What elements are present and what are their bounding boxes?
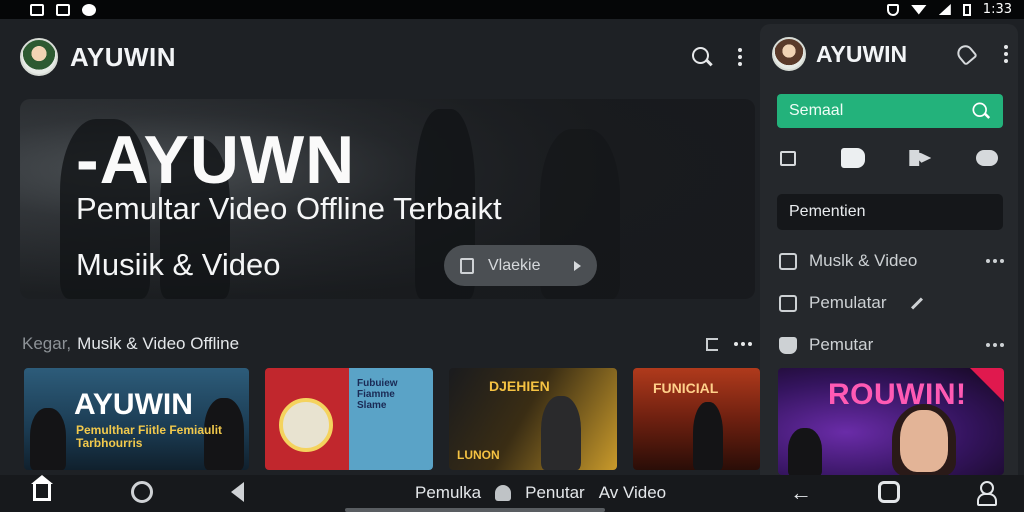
hero-banner[interactable]: -AYUWN Pemultar Video Offline Terbaikt M… <box>20 99 755 299</box>
signal-icon <box>938 4 951 15</box>
panel-list-item-label: Muslk & Video <box>809 251 918 270</box>
wifi-icon <box>910 4 927 15</box>
video-thumbnail[interactable]: FUNICIAL <box>633 368 760 470</box>
panel-section-label: Pementien <box>789 203 866 220</box>
thumbnail-subtitle: Pemulthar Fiitle Femiaulit Tarbhourris <box>76 423 223 450</box>
top-app-bar: AYUWIN <box>20 37 750 77</box>
thumbnail-title: AYUWIN <box>74 388 193 421</box>
main-content: AYUWIN -AYUWN Pemultar Video Offline Ter… <box>0 19 760 475</box>
user-icon[interactable] <box>495 485 512 501</box>
folder-icon <box>779 252 797 270</box>
bottom-tab-video[interactable]: Av Video <box>599 483 666 503</box>
panel-list-item[interactable]: Muslk & Video <box>779 250 1004 272</box>
toggle-icon[interactable] <box>975 150 998 166</box>
home-icon[interactable] <box>31 475 53 501</box>
avatar[interactable] <box>20 38 58 76</box>
bookmark-icon <box>460 257 474 274</box>
panel-avatar[interactable] <box>772 37 806 71</box>
library-icon[interactable] <box>840 148 865 168</box>
back-icon[interactable] <box>231 482 244 502</box>
mic-icon[interactable] <box>954 41 978 67</box>
search-icon[interactable] <box>972 102 990 120</box>
battery-icon <box>962 3 971 16</box>
more-horizontal-icon[interactable] <box>734 342 752 346</box>
media-d-icon[interactable] <box>878 481 900 503</box>
side-panel: AYUWIN Semaal Pementien Muslk & Video Pe… <box>760 24 1018 475</box>
bottom-tab-pemulka[interactable]: Pemulka <box>415 483 481 503</box>
speaker-icon[interactable] <box>909 150 932 166</box>
section-title: Musik & Video Offline <box>77 334 240 353</box>
thumbnail-subtitle: LUNON <box>457 448 500 462</box>
panel-list-item[interactable]: Pemutar <box>779 334 1004 356</box>
status-time: 1:33 <box>982 2 1012 17</box>
chevron-right-icon <box>574 260 581 271</box>
record-disc-image <box>279 398 333 452</box>
more-horizontal-icon[interactable] <box>986 259 1004 263</box>
panel-list-item-label: Pemulatar <box>809 293 887 312</box>
panel-search-bar[interactable]: Semaal <box>777 94 1003 128</box>
thumbnail-title: Fubuiew Fiamme Slame <box>357 378 398 411</box>
status-bar: 1:33 <box>0 0 1024 19</box>
section-header: Kegar, Musik & Video Offline <box>22 333 752 355</box>
pencil-icon[interactable] <box>911 296 924 310</box>
archive-icon[interactable] <box>780 150 796 166</box>
app-icon <box>82 3 96 16</box>
player-icon <box>779 294 797 312</box>
panel-featured-card[interactable]: ROUWIN! <box>778 368 1004 475</box>
recents-icon[interactable] <box>131 481 153 503</box>
bottom-navigation: Pemulka Penutar Av Video ← <box>0 475 1024 512</box>
shield-icon <box>886 3 899 16</box>
arrow-back-icon[interactable]: ← <box>790 482 812 504</box>
hero-subtitle-secondary: Musiik & Video <box>76 247 281 282</box>
panel-title: AYUWIN <box>816 40 908 67</box>
flag-icon[interactable] <box>706 337 718 351</box>
panel-search-label: Semaal <box>789 102 844 119</box>
media-icon <box>779 336 797 354</box>
video-thumbnail[interactable]: AYUWIN Pemulthar Fiitle Femiaulit Tarbho… <box>24 368 249 470</box>
notification-icon <box>30 3 44 16</box>
video-thumbnail[interactable]: DJEHIEN LUNON <box>449 368 617 470</box>
panel-header: AYUWIN <box>772 36 1012 72</box>
hero-action-button[interactable]: Vlaekie <box>444 245 597 286</box>
panel-icon-row <box>780 148 998 168</box>
video-thumbnail[interactable]: Fubuiew Fiamme Slame <box>265 368 433 470</box>
section-prefix: Kegar, <box>22 334 72 353</box>
profile-icon[interactable] <box>977 481 997 506</box>
more-vertical-icon[interactable] <box>738 48 742 66</box>
hero-title: -AYUWN <box>76 122 356 198</box>
more-vertical-icon[interactable] <box>1004 45 1008 63</box>
calendar-icon <box>56 3 70 16</box>
video-thumbnail-row: AYUWIN Pemulthar Fiitle Femiaulit Tarbho… <box>24 368 760 470</box>
more-horizontal-icon[interactable] <box>986 343 1004 347</box>
panel-section-header[interactable]: Pementien <box>777 194 1003 230</box>
bottom-tab-penutar[interactable]: Penutar <box>525 483 585 503</box>
hero-subtitle: Pemultar Video Offline Terbaikt <box>76 191 502 226</box>
gesture-handle[interactable] <box>345 508 605 512</box>
panel-list-item[interactable]: Pemulatar <box>779 292 1004 314</box>
badge-ribbon <box>970 368 1004 402</box>
hero-action-label: Vlaekie <box>488 256 541 274</box>
search-icon[interactable] <box>692 47 712 67</box>
thumbnail-title: DJEHIEN <box>489 378 550 394</box>
thumbnail-title: FUNICIAL <box>653 380 719 396</box>
panel-list-item-label: Pemutar <box>809 335 874 354</box>
app-title: AYUWIN <box>70 41 177 72</box>
panel-card-title: ROUWIN! <box>828 378 967 411</box>
